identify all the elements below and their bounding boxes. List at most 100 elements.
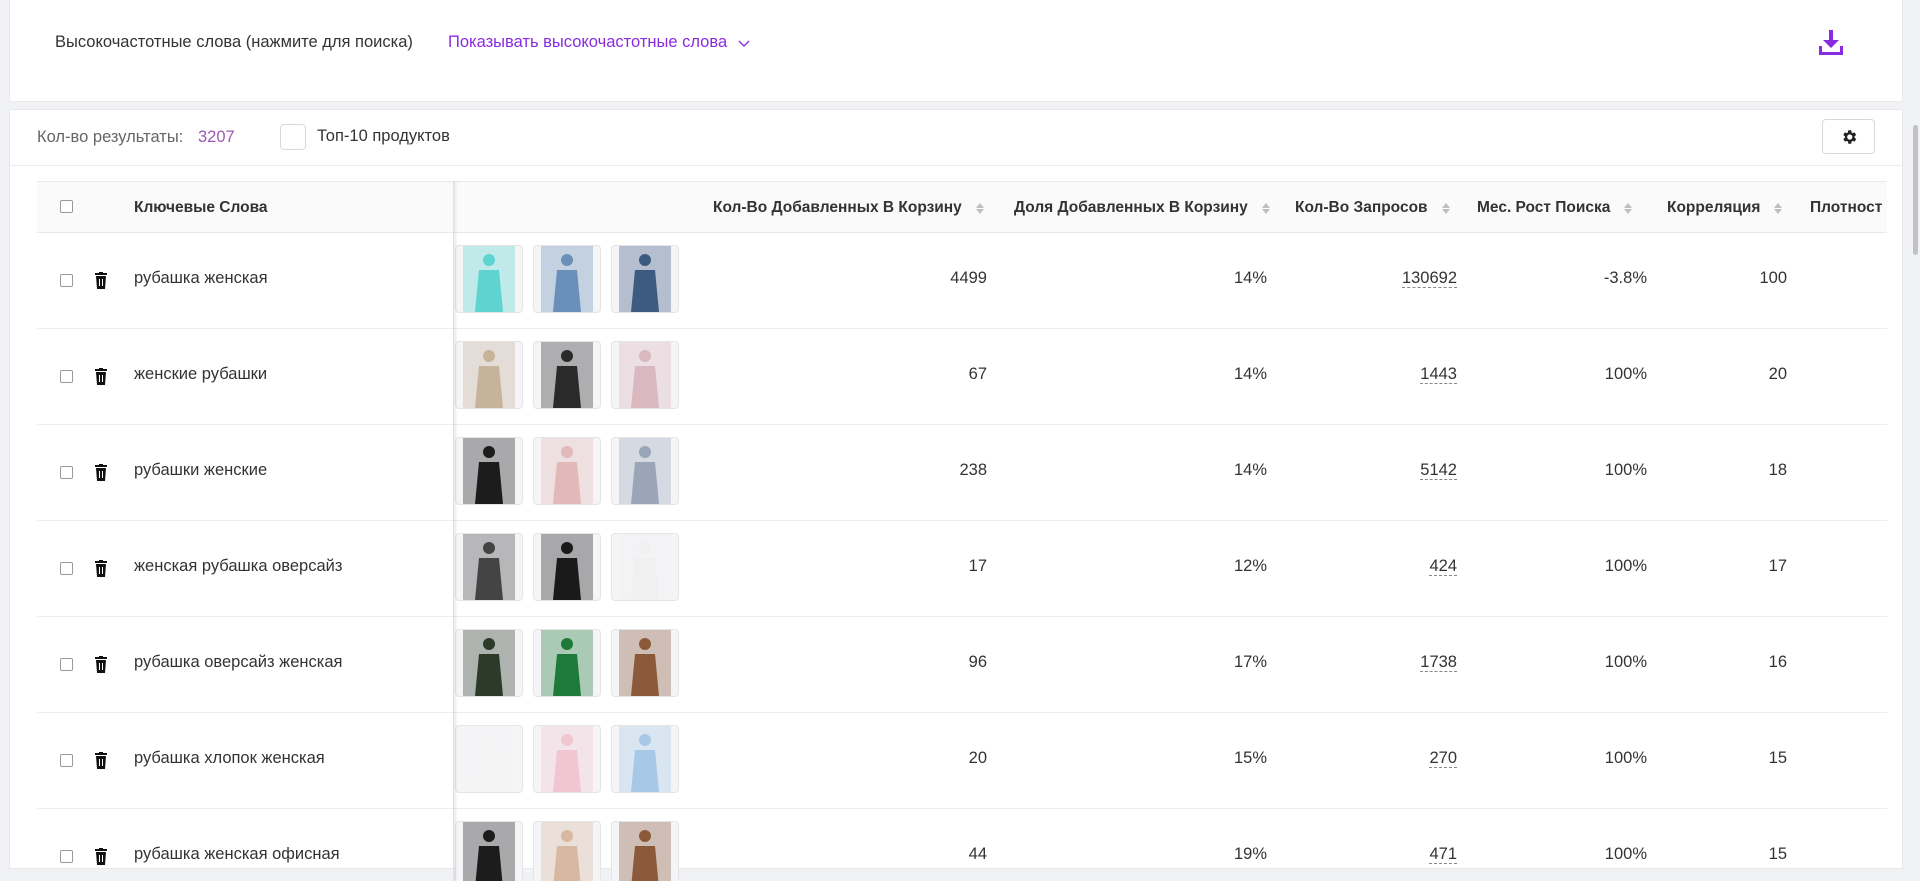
sort-icon[interactable] xyxy=(1441,202,1450,214)
column-correlation[interactable]: Корреляция xyxy=(1667,182,1783,234)
product-thumbnail[interactable] xyxy=(455,437,523,505)
table-row: женская рубашка оверсайз 17 12% 424 100%… xyxy=(37,521,1887,617)
trash-icon[interactable] xyxy=(93,560,109,578)
top10-checkbox[interactable] xyxy=(280,124,306,150)
column-keywords-label: Ключевые Слова xyxy=(134,199,268,216)
row-checkbox[interactable] xyxy=(60,562,73,575)
growth-value: 100% xyxy=(1604,365,1647,383)
correlation-value: 15 xyxy=(1768,845,1787,863)
page-scrollbar[interactable] xyxy=(1911,0,1920,858)
product-thumbnail[interactable] xyxy=(533,245,601,313)
keyword-label[interactable]: женские рубашки xyxy=(134,365,267,384)
keywords-table: Ключевые Слова Кол-Во Добавленных В Корз… xyxy=(37,181,1887,881)
download-icon[interactable] xyxy=(1814,26,1848,60)
queries-link[interactable]: 130692 xyxy=(1401,269,1457,288)
row-checkbox[interactable] xyxy=(60,658,73,671)
product-thumbnail[interactable] xyxy=(533,725,601,793)
share-value: 14% xyxy=(1233,461,1267,479)
queries-link[interactable]: 270 xyxy=(1429,749,1457,768)
column-queries-label[interactable]: Кол-Во Запросов xyxy=(1295,199,1428,217)
product-thumbnail[interactable] xyxy=(611,341,679,409)
product-thumbnail[interactable] xyxy=(611,437,679,505)
trash-icon[interactable] xyxy=(93,272,109,290)
queries-value[interactable]: 1443 xyxy=(1367,365,1457,384)
queries-link[interactable]: 1443 xyxy=(1420,365,1457,384)
queries-link[interactable]: 471 xyxy=(1429,845,1457,864)
queries-value[interactable]: 5142 xyxy=(1367,461,1457,480)
share-value: 12% xyxy=(1233,557,1267,575)
column-queries[interactable]: Кол-Во Запросов xyxy=(1295,182,1450,234)
column-carts-label[interactable]: Кол-Во Добавленных В Корзину xyxy=(713,199,962,217)
column-correlation-label[interactable]: Корреляция xyxy=(1667,199,1760,217)
keyword-label[interactable]: женская рубашка оверсайз xyxy=(134,557,342,576)
product-thumbnail[interactable] xyxy=(533,821,601,881)
queries-link[interactable]: 424 xyxy=(1429,557,1457,576)
column-share[interactable]: Доля Добавленных В Корзину xyxy=(1014,182,1270,234)
product-thumbnail[interactable] xyxy=(611,725,679,793)
queries-value[interactable]: 130692 xyxy=(1367,269,1457,288)
product-thumbnail[interactable] xyxy=(533,437,601,505)
trash-icon[interactable] xyxy=(93,368,109,386)
product-thumbnail[interactable] xyxy=(533,533,601,601)
carts-value: 44 xyxy=(968,845,987,863)
queries-value[interactable]: 1738 xyxy=(1367,653,1457,672)
show-high-frequency-label[interactable]: Показывать высокочастотные слова xyxy=(448,33,727,52)
sort-icon[interactable] xyxy=(1774,202,1783,214)
queries-link[interactable]: 5142 xyxy=(1420,461,1457,480)
column-growth-label[interactable]: Мес. Рост Поиска xyxy=(1477,199,1610,217)
column-keywords: Ключевые Слова xyxy=(134,182,268,234)
carts-value: 17 xyxy=(968,557,987,575)
product-thumbnail[interactable] xyxy=(533,629,601,697)
column-density[interactable]: Плотност xyxy=(1810,182,1882,234)
product-thumbnail[interactable] xyxy=(611,821,679,881)
keyword-label[interactable]: рубашка женская офисная xyxy=(134,845,340,864)
keyword-label[interactable]: рубашка хлопок женская xyxy=(134,749,325,768)
growth-value: 100% xyxy=(1604,749,1647,767)
product-thumbnail[interactable] xyxy=(611,533,679,601)
carts-value: 67 xyxy=(968,365,987,383)
product-thumbnail[interactable] xyxy=(455,821,523,881)
queries-link[interactable]: 1738 xyxy=(1420,653,1457,672)
sort-icon[interactable] xyxy=(1261,202,1270,214)
queries-value[interactable]: 424 xyxy=(1367,557,1457,576)
trash-icon[interactable] xyxy=(93,656,109,674)
column-share-label[interactable]: Доля Добавленных В Корзину xyxy=(1014,199,1248,217)
product-thumbnail[interactable] xyxy=(455,725,523,793)
row-checkbox[interactable] xyxy=(60,274,73,287)
trash-icon[interactable] xyxy=(93,464,109,482)
queries-value[interactable]: 270 xyxy=(1367,749,1457,768)
row-checkbox[interactable] xyxy=(60,850,73,863)
results-toolbar: Кол-во результаты: 3207 Топ-10 продуктов xyxy=(10,110,1902,166)
column-growth[interactable]: Мес. Рост Поиска xyxy=(1477,182,1633,234)
product-thumbnails xyxy=(455,245,679,313)
trash-icon[interactable] xyxy=(93,848,109,866)
sort-icon[interactable] xyxy=(1624,202,1633,214)
top10-label[interactable]: Топ-10 продуктов xyxy=(317,127,450,146)
table-row: рубашки женские 238 14% 5142 100% 18 xyxy=(37,425,1887,521)
select-all-checkbox[interactable] xyxy=(60,200,73,213)
product-thumbnail[interactable] xyxy=(533,341,601,409)
row-checkbox[interactable] xyxy=(60,370,73,383)
row-checkbox[interactable] xyxy=(60,754,73,767)
trash-icon[interactable] xyxy=(93,752,109,770)
product-thumbnail[interactable] xyxy=(611,629,679,697)
show-high-frequency-dropdown[interactable]: Показывать высокочастотные слова xyxy=(448,33,751,52)
product-thumbnail[interactable] xyxy=(455,245,523,313)
sort-icon[interactable] xyxy=(975,202,984,214)
settings-button[interactable] xyxy=(1822,119,1875,154)
row-checkbox[interactable] xyxy=(60,466,73,479)
product-thumbnail[interactable] xyxy=(455,533,523,601)
column-carts[interactable]: Кол-Во Добавленных В Корзину xyxy=(713,182,984,234)
queries-value[interactable]: 471 xyxy=(1367,845,1457,864)
product-thumbnail[interactable] xyxy=(455,341,523,409)
scrollbar-thumb[interactable] xyxy=(1913,125,1918,255)
product-thumbnail[interactable] xyxy=(455,629,523,697)
product-thumbnail[interactable] xyxy=(611,245,679,313)
table-row: рубашка женская 4499 14% 130692 -3.8% 10… xyxy=(37,233,1887,329)
keyword-label[interactable]: рубашка женская xyxy=(134,269,268,288)
keyword-label[interactable]: рубашки женские xyxy=(134,461,267,480)
table-row: рубашка женская офисная 44 19% 471 100% … xyxy=(37,809,1887,881)
column-density-label[interactable]: Плотност xyxy=(1810,199,1882,217)
product-thumbnails xyxy=(455,629,679,697)
keyword-label[interactable]: рубашка оверсайз женская xyxy=(134,653,342,672)
